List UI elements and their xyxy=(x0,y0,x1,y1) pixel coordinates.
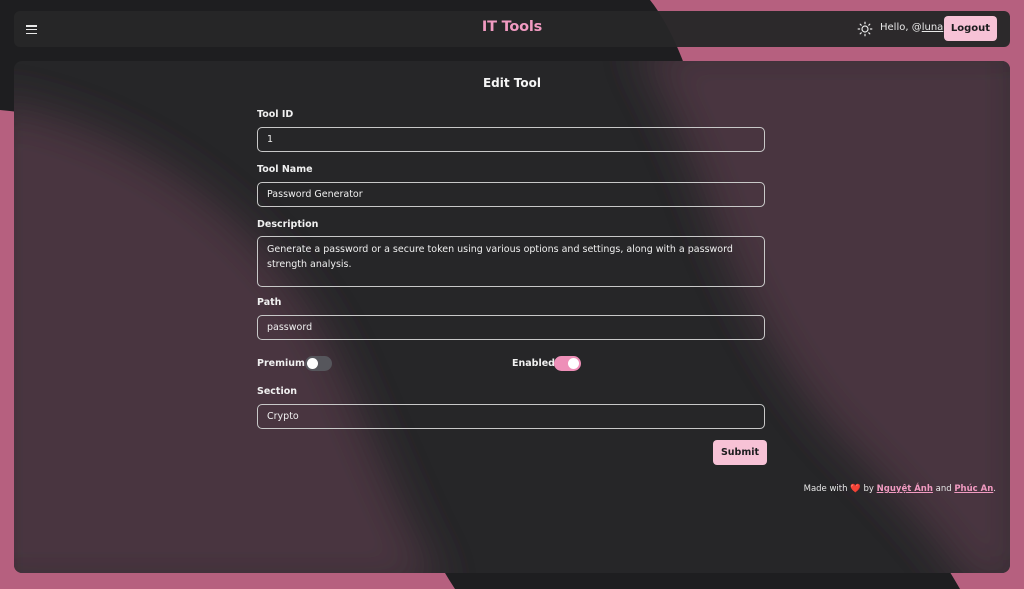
toggle-knob xyxy=(568,358,579,369)
footer-credits: Made with ❤️ by Nguyệt Ánh and Phúc An. xyxy=(804,484,996,494)
footer-made-with: Made with xyxy=(803,484,848,494)
sun-icon[interactable] xyxy=(857,21,873,37)
logout-button[interactable]: Logout xyxy=(944,16,997,41)
section-label: Section xyxy=(257,386,298,397)
enabled-label: Enabled xyxy=(512,358,555,369)
premium-label: Premium xyxy=(257,358,305,369)
footer-and: and xyxy=(935,484,952,494)
footer-by: by xyxy=(863,484,874,494)
author-link-1[interactable]: Nguyệt Ánh xyxy=(877,484,933,494)
premium-toggle[interactable] xyxy=(305,356,332,371)
form-title: Edit Tool xyxy=(482,76,541,90)
tool-id-input[interactable] xyxy=(257,127,765,152)
tool-name-input[interactable] xyxy=(257,182,765,207)
description-textarea[interactable]: Generate a password or a secure token us… xyxy=(257,236,765,287)
greeting-prefix: Hello, @ xyxy=(880,22,922,33)
heart-icon: ❤️ xyxy=(850,484,861,494)
top-header: IT Tools Hello, @luna Logout xyxy=(14,11,1010,47)
footer-end: . xyxy=(993,484,996,494)
tool-name-label: Tool Name xyxy=(257,164,313,175)
enabled-toggle[interactable] xyxy=(554,356,581,371)
section-input[interactable] xyxy=(257,404,765,429)
username-link[interactable]: luna xyxy=(922,22,944,33)
path-label: Path xyxy=(257,297,282,308)
description-label: Description xyxy=(257,219,319,230)
path-input[interactable] xyxy=(257,315,765,340)
user-greeting: Hello, @luna xyxy=(880,22,943,33)
toggle-knob xyxy=(307,358,318,369)
author-link-2[interactable]: Phúc An xyxy=(954,484,993,494)
submit-button[interactable]: Submit xyxy=(713,440,767,465)
edit-tool-card: Edit Tool Tool ID Tool Name Description … xyxy=(14,61,1010,573)
tool-id-label: Tool ID xyxy=(257,109,294,120)
